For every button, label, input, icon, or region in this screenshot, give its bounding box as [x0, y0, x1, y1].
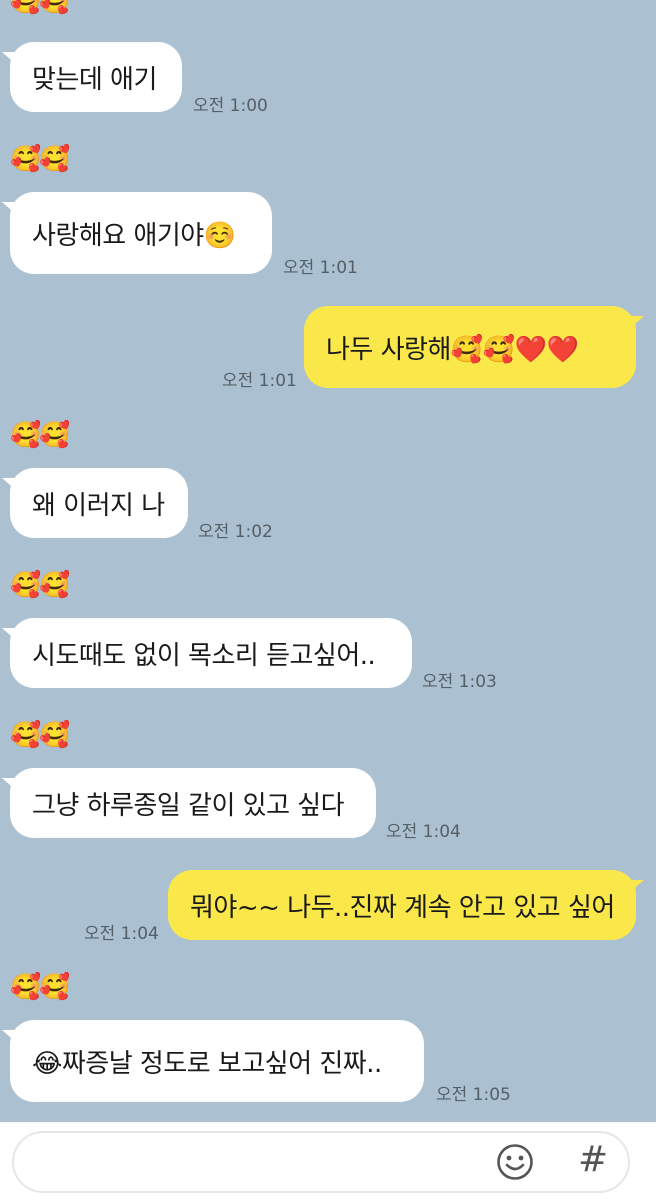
- message-time: 오전 1:01: [283, 258, 358, 278]
- message-bubble-outgoing[interactable]: 뭐야~~ 나두..진짜 계속 안고 있고 싶어: [168, 870, 644, 940]
- sender-emoji-name: 🥰🥰: [10, 0, 70, 15]
- message-bubble-incoming[interactable]: 그냥 하루종일 같이 있고 싶다: [2, 768, 376, 838]
- message-bubble-incoming[interactable]: 사랑해요 애기야☺️: [2, 192, 272, 274]
- message-time: 오전 1:00: [193, 96, 268, 116]
- message-input-bar: #: [0, 1122, 656, 1201]
- message-time: 오전 1:05: [436, 1085, 511, 1105]
- message-time: 오전 1:04: [84, 924, 159, 944]
- message-time: 오전 1:01: [222, 371, 297, 391]
- chat-area[interactable]: 🥰🥰 맞는데 애기 오전 1:00 🥰🥰 사랑해요 애기야☺️ 오전 1:01 …: [0, 0, 656, 1122]
- sender-emoji-name: 🥰🥰: [10, 570, 70, 599]
- message-input-box[interactable]: #: [12, 1131, 630, 1193]
- message-bubble-incoming[interactable]: 맞는데 애기: [2, 42, 182, 112]
- message-time: 오전 1:03: [422, 672, 497, 692]
- sender-emoji-name: 🥰🥰: [10, 720, 70, 749]
- sender-emoji-name: 🥰🥰: [10, 420, 70, 449]
- message-bubble-incoming[interactable]: 😂짜증날 정도로 보고싶어 진짜..: [2, 1020, 424, 1102]
- hash-icon[interactable]: #: [578, 1139, 608, 1180]
- message-bubble-incoming[interactable]: 시도때도 없이 목소리 듣고싶어..: [2, 618, 412, 688]
- message-input[interactable]: [34, 1145, 478, 1183]
- sender-emoji-name: 🥰🥰: [10, 972, 70, 1001]
- message-bubble-outgoing[interactable]: 나두 사랑해🥰🥰❤️❤️: [304, 306, 644, 388]
- smiley-face-icon[interactable]: [496, 1143, 534, 1181]
- sender-emoji-name: 🥰🥰: [10, 144, 70, 173]
- message-bubble-incoming[interactable]: 왜 이러지 나: [2, 468, 188, 538]
- message-time: 오전 1:02: [198, 522, 273, 542]
- message-time: 오전 1:04: [386, 822, 461, 842]
